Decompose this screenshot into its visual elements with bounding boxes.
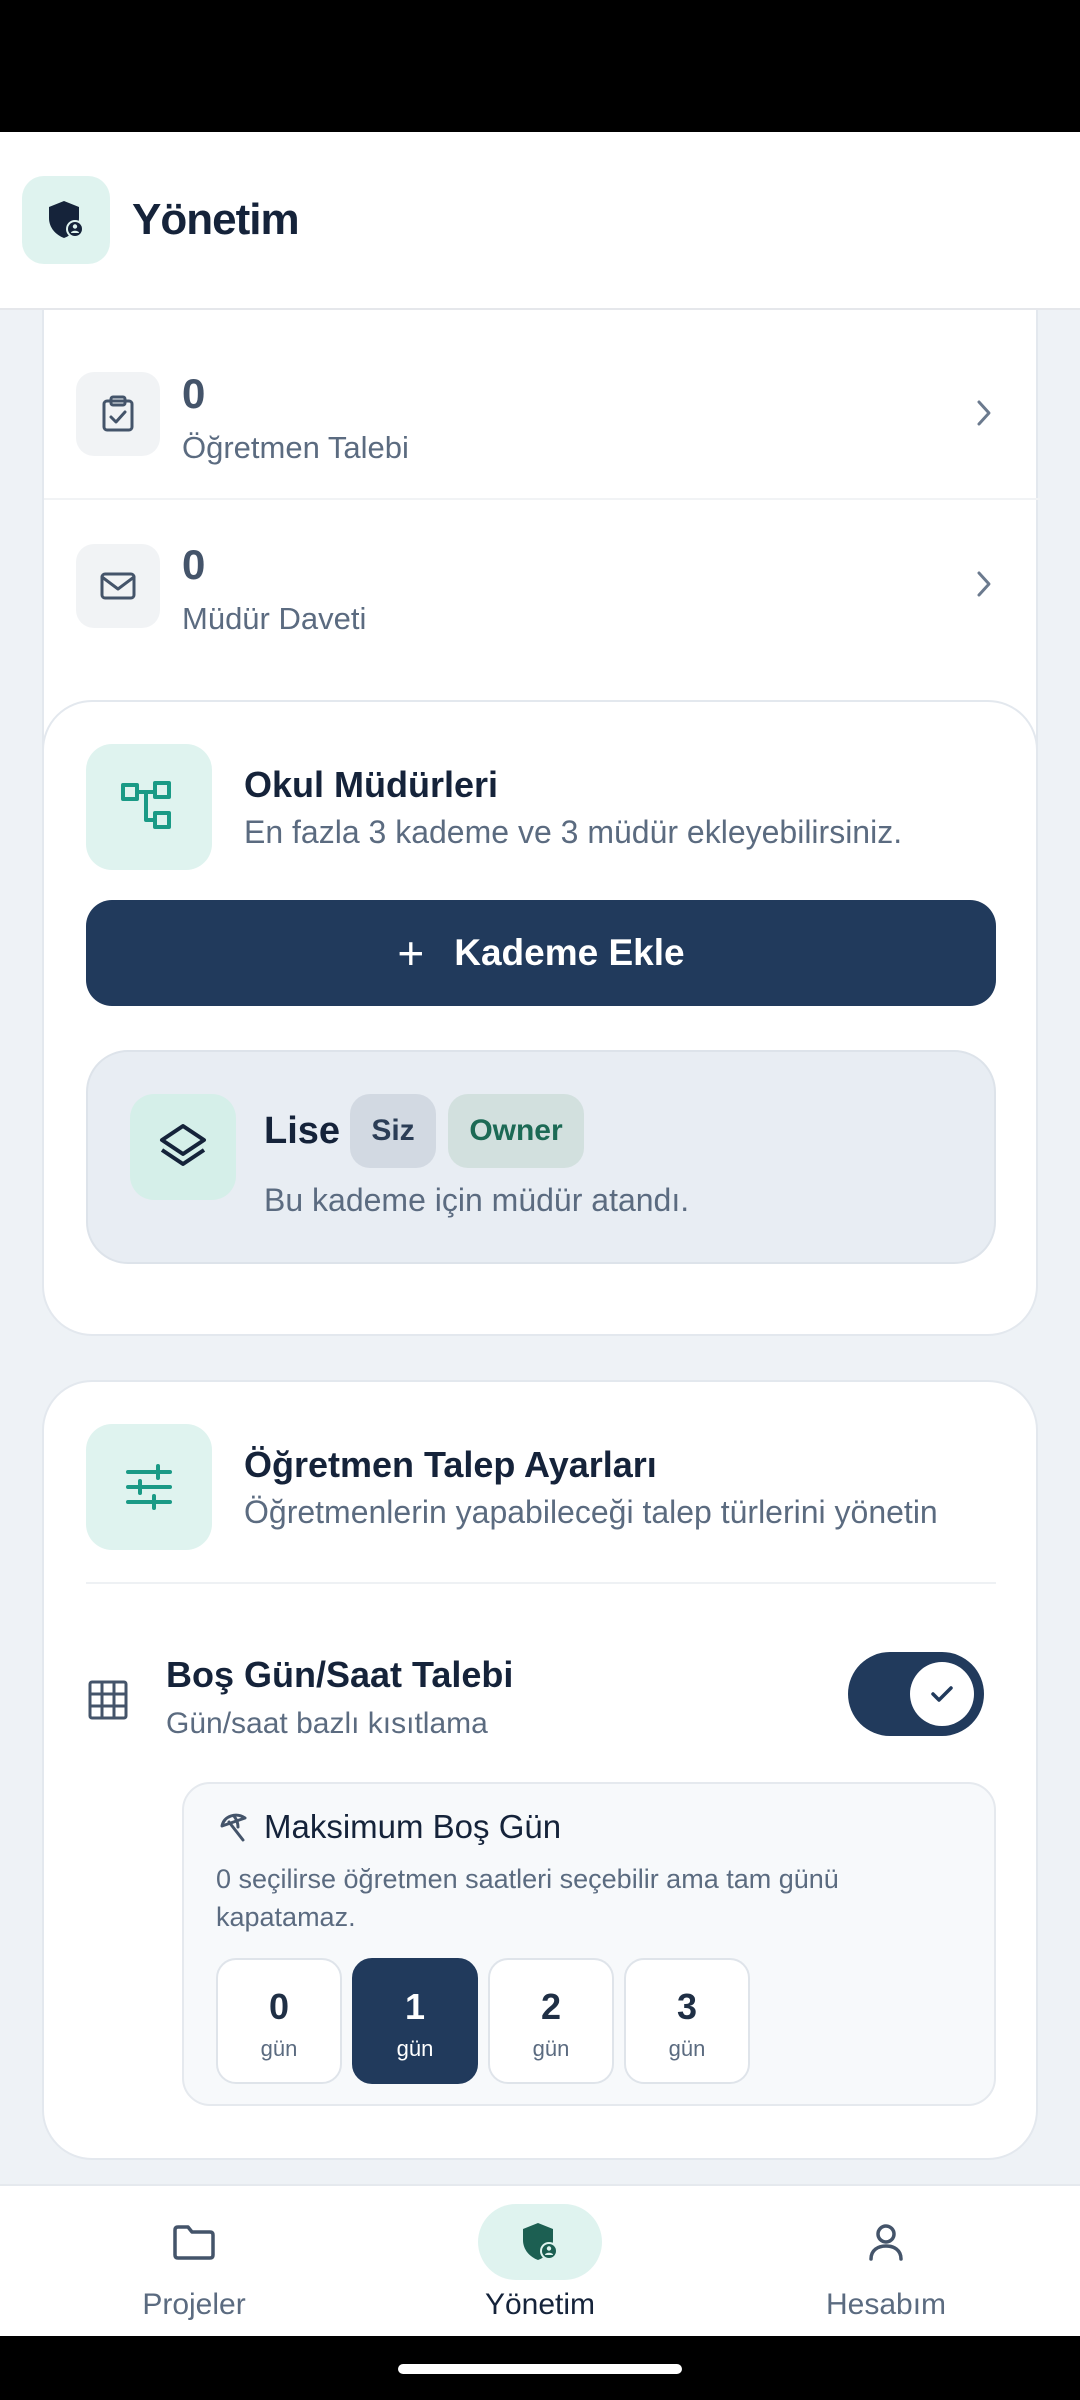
nav-item-management[interactable]: Yönetim — [420, 2204, 660, 2334]
max-free-day-box: Maksimum Boş Gün 0 seçilirse öğretmen sa… — [182, 1782, 996, 2106]
check-icon — [910, 1662, 974, 1726]
nav-item-projects[interactable]: Projeler — [74, 2204, 314, 2334]
folder-icon — [132, 2204, 256, 2280]
main-content[interactable]: 0 Öğretmen Talebi 0 Müdür Daveti Okul Mü… — [0, 310, 1080, 2184]
shield-user-icon — [22, 176, 110, 264]
plus-icon: + — [397, 927, 425, 979]
badge-owner: Owner — [448, 1094, 584, 1168]
managers-title: Okul Müdürleri — [244, 764, 499, 805]
free-day-title: Boş Gün/Saat Talebi — [166, 1654, 514, 1695]
day-option-0[interactable]: 0 gün — [216, 1958, 342, 2084]
day-option-value: 0 — [268, 1986, 290, 2027]
day-option-value: 3 — [676, 1986, 698, 2027]
settings-title: Öğretmen Talep Ayarları — [244, 1444, 657, 1485]
managers-card: Okul Müdürleri En fazla 3 kademe ve 3 mü… — [42, 700, 1038, 1336]
level-name: Lise — [264, 1110, 341, 1152]
managers-subtitle: En fazla 3 kademe ve 3 müdür ekleyebilir… — [244, 814, 903, 850]
day-option-unit: gün — [396, 2036, 434, 2061]
max-free-day-title: Maksimum Boş Gün — [264, 1808, 562, 1845]
shield-user-icon — [478, 2204, 602, 2280]
day-option-unit: gün — [668, 2036, 706, 2061]
page-title: Yönetim — [132, 195, 300, 244]
divider — [86, 1582, 996, 1584]
day-option-value: 2 — [540, 1986, 562, 2027]
status-bar — [0, 0, 1080, 132]
home-indicator[interactable] — [398, 2364, 682, 2374]
max-free-day-description: 0 seçilirse öğretmen saatleri seçebilir … — [216, 1864, 839, 1932]
nav-label: Projeler — [142, 2288, 246, 2321]
day-option-2[interactable]: 2 gün — [488, 1958, 614, 2084]
settings-subtitle: Öğretmenlerin yapabileceği talep türleri… — [244, 1494, 938, 1530]
day-option-unit: gün — [532, 2036, 570, 2061]
request-count: 0 — [182, 541, 206, 588]
badge-you: Siz — [350, 1094, 436, 1168]
sliders-icon — [86, 1424, 212, 1550]
level-description: Bu kademe için müdür atandı. — [264, 1182, 690, 1218]
clipboard-check-icon — [76, 372, 160, 456]
nav-label: Hesabım — [825, 2288, 947, 2321]
hierarchy-icon — [86, 744, 212, 870]
request-label: Öğretmen Talebi — [182, 430, 409, 465]
request-label: Müdür Daveti — [182, 601, 367, 636]
day-option-value: 1 — [404, 1986, 426, 2027]
grid-icon — [86, 1678, 130, 1722]
request-row-teacher[interactable]: 0 Öğretmen Talebi — [44, 330, 1040, 500]
add-level-label: Kademe Ekle — [454, 932, 685, 973]
gesture-bar — [0, 2336, 1080, 2400]
request-row-manager[interactable]: 0 Müdür Daveti — [44, 501, 1040, 671]
day-option-3[interactable]: 3 gün — [624, 1958, 750, 2084]
chevron-right-icon — [964, 559, 1004, 609]
level-item[interactable]: Lise Siz Owner Bu kademe için müdür atan… — [86, 1050, 996, 1264]
add-level-button[interactable]: + Kademe Ekle — [86, 900, 996, 1006]
teacher-request-settings-card: Öğretmen Talep Ayarları Öğretmenlerin ya… — [42, 1380, 1038, 2160]
request-count: 0 — [182, 370, 206, 417]
mail-icon — [76, 544, 160, 628]
user-icon — [824, 2204, 948, 2280]
beach-umbrella-icon — [218, 1810, 252, 1844]
nav-label: Yönetim — [484, 2288, 596, 2321]
nav-item-account[interactable]: Hesabım — [766, 2204, 1006, 2334]
app-header: Yönetim — [0, 132, 1080, 310]
day-option-unit: gün — [260, 2036, 298, 2061]
day-option-1[interactable]: 1 gün — [352, 1958, 478, 2084]
layers-icon — [130, 1094, 236, 1200]
free-day-subtitle: Gün/saat bazlı kısıtlama — [166, 1707, 488, 1740]
free-day-toggle[interactable] — [848, 1652, 984, 1736]
chevron-right-icon — [964, 388, 1004, 438]
bottom-nav: Projeler Yönetim Hesabım — [0, 2184, 1080, 2336]
